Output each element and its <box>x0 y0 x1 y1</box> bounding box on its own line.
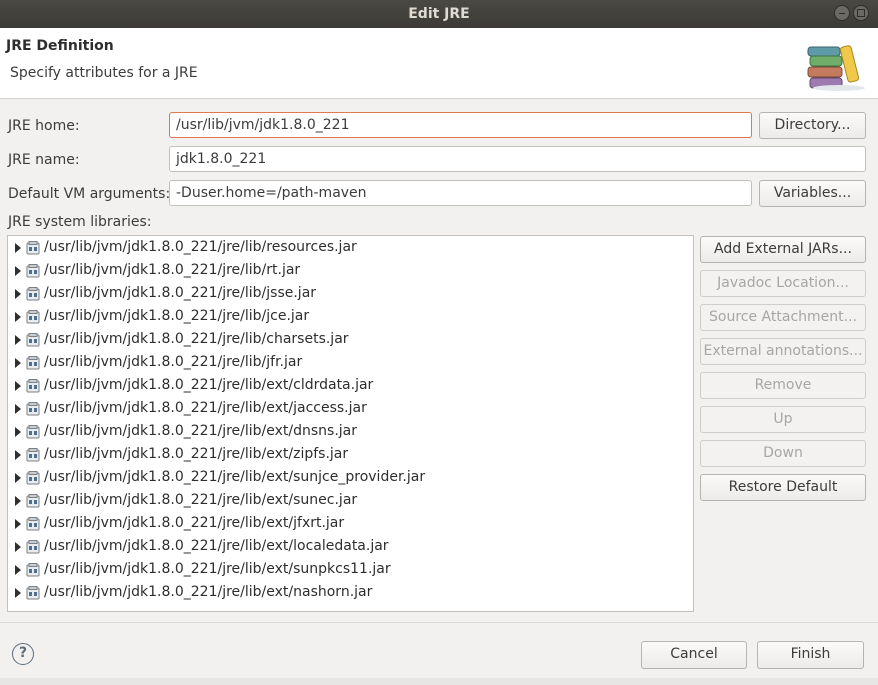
expand-arrow-icon[interactable] <box>15 450 21 460</box>
expand-arrow-icon[interactable] <box>15 335 21 345</box>
library-row[interactable]: /usr/lib/jvm/jdk1.8.0_221/jre/lib/ext/cl… <box>8 375 693 398</box>
expand-arrow-icon[interactable] <box>15 289 21 299</box>
library-path: /usr/lib/jvm/jdk1.8.0_221/jre/lib/ext/na… <box>44 584 373 600</box>
source-attachment-button[interactable]: Source Attachment... <box>700 304 866 331</box>
expand-arrow-icon[interactable] <box>15 381 21 391</box>
expand-arrow-icon[interactable] <box>15 358 21 368</box>
restore-default-button[interactable]: Restore Default <box>700 474 866 501</box>
expand-arrow-icon[interactable] <box>15 404 21 414</box>
jre-home-input[interactable]: /usr/lib/jvm/jdk1.8.0_221 <box>169 112 752 138</box>
jar-icon <box>26 517 40 531</box>
add-external-jars-button[interactable]: Add External JARs... <box>700 236 866 263</box>
jar-icon <box>26 563 40 577</box>
expand-arrow-icon[interactable] <box>15 243 21 253</box>
library-path: /usr/lib/jvm/jdk1.8.0_221/jre/lib/jfr.ja… <box>44 354 303 370</box>
maximize-window-button[interactable] <box>853 5 869 21</box>
library-path: /usr/lib/jvm/jdk1.8.0_221/jre/lib/ext/su… <box>44 469 426 485</box>
jar-icon <box>26 586 40 600</box>
library-path: /usr/lib/jvm/jdk1.8.0_221/jre/lib/ext/dn… <box>44 423 358 439</box>
footer-separator <box>0 622 878 623</box>
library-path: /usr/lib/jvm/jdk1.8.0_221/jre/lib/ext/cl… <box>44 377 374 393</box>
library-row[interactable]: /usr/lib/jvm/jdk1.8.0_221/jre/lib/ext/su… <box>8 559 693 582</box>
library-row[interactable]: /usr/lib/jvm/jdk1.8.0_221/jre/lib/jsse.j… <box>8 283 693 306</box>
javadoc-location-button[interactable]: Javadoc Location... <box>700 270 866 297</box>
external-annotations-button[interactable]: External annotations... <box>700 338 866 365</box>
jar-icon <box>26 241 40 255</box>
help-icon[interactable]: ? <box>12 643 34 665</box>
library-row[interactable]: /usr/lib/jvm/jdk1.8.0_221/jre/lib/ext/lo… <box>8 536 693 559</box>
jar-icon <box>26 425 40 439</box>
library-row[interactable]: /usr/lib/jvm/jdk1.8.0_221/jre/lib/rt.jar <box>8 260 693 283</box>
cancel-button[interactable]: Cancel <box>641 641 747 669</box>
library-path: /usr/lib/jvm/jdk1.8.0_221/jre/lib/ext/su… <box>44 492 358 508</box>
library-path: /usr/lib/jvm/jdk1.8.0_221/jre/lib/jce.ja… <box>44 308 310 324</box>
expand-arrow-icon[interactable] <box>15 427 21 437</box>
library-row[interactable]: /usr/lib/jvm/jdk1.8.0_221/jre/lib/jce.ja… <box>8 306 693 329</box>
library-row[interactable]: /usr/lib/jvm/jdk1.8.0_221/jre/lib/ext/na… <box>8 582 693 605</box>
library-path: /usr/lib/jvm/jdk1.8.0_221/jre/lib/ext/lo… <box>44 538 389 554</box>
library-row[interactable]: /usr/lib/jvm/jdk1.8.0_221/jre/lib/ext/ja… <box>8 398 693 421</box>
variables-button[interactable]: Variables... <box>759 180 866 207</box>
library-path: /usr/lib/jvm/jdk1.8.0_221/jre/lib/charse… <box>44 331 349 347</box>
directory-button[interactable]: Directory... <box>759 112 866 139</box>
vm-arguments-label: Default VM arguments: <box>8 186 171 202</box>
jar-icon <box>26 494 40 508</box>
jar-icon <box>26 310 40 324</box>
library-row[interactable]: /usr/lib/jvm/jdk1.8.0_221/jre/lib/jfr.ja… <box>8 352 693 375</box>
down-button[interactable]: Down <box>700 440 866 467</box>
library-path: /usr/lib/jvm/jdk1.8.0_221/jre/lib/ext/zi… <box>44 446 349 462</box>
jar-icon <box>26 356 40 370</box>
expand-arrow-icon[interactable] <box>15 266 21 276</box>
header-subtitle: Specify attributes for a JRE <box>10 65 198 81</box>
library-row[interactable]: /usr/lib/jvm/jdk1.8.0_221/jre/lib/ext/zi… <box>8 444 693 467</box>
jar-icon <box>26 287 40 301</box>
library-path: /usr/lib/jvm/jdk1.8.0_221/jre/lib/ext/ja… <box>44 400 367 416</box>
expand-arrow-icon[interactable] <box>15 519 21 529</box>
library-row[interactable]: /usr/lib/jvm/jdk1.8.0_221/jre/lib/resour… <box>8 237 693 260</box>
system-libraries-label: JRE system libraries: <box>8 214 152 230</box>
jar-icon <box>26 402 40 416</box>
library-row[interactable]: /usr/lib/jvm/jdk1.8.0_221/jre/lib/ext/jf… <box>8 513 693 536</box>
expand-arrow-icon[interactable] <box>15 565 21 575</box>
jar-icon <box>26 264 40 278</box>
library-row[interactable]: /usr/lib/jvm/jdk1.8.0_221/jre/lib/ext/su… <box>8 467 693 490</box>
expand-arrow-icon[interactable] <box>15 496 21 506</box>
dialog-header: JRE Definition Specify attributes for a … <box>0 28 878 99</box>
expand-arrow-icon[interactable] <box>15 588 21 598</box>
expand-arrow-icon[interactable] <box>15 312 21 322</box>
jar-icon <box>26 379 40 393</box>
library-row[interactable]: /usr/lib/jvm/jdk1.8.0_221/jre/lib/ext/dn… <box>8 421 693 444</box>
finish-button[interactable]: Finish <box>757 641 864 669</box>
library-path: /usr/lib/jvm/jdk1.8.0_221/jre/lib/ext/su… <box>44 561 391 577</box>
jar-icon <box>26 540 40 554</box>
jar-icon <box>26 448 40 462</box>
system-libraries-tree[interactable]: /usr/lib/jvm/jdk1.8.0_221/jre/lib/resour… <box>7 235 694 612</box>
library-path: /usr/lib/jvm/jdk1.8.0_221/jre/lib/ext/jf… <box>44 515 345 531</box>
remove-button[interactable]: Remove <box>700 372 866 399</box>
window-titlebar: Edit JRE <box>0 0 878 28</box>
books-icon <box>807 45 865 91</box>
library-path: /usr/lib/jvm/jdk1.8.0_221/jre/lib/resour… <box>44 239 357 255</box>
header-title: JRE Definition <box>6 38 114 54</box>
jar-icon <box>26 471 40 485</box>
library-path: /usr/lib/jvm/jdk1.8.0_221/jre/lib/rt.jar <box>44 262 301 278</box>
vm-arguments-input[interactable]: -Duser.home=/path-maven <box>169 180 752 206</box>
expand-arrow-icon[interactable] <box>15 542 21 552</box>
window-title: Edit JRE <box>408 6 470 22</box>
jre-name-label: JRE name: <box>8 152 80 168</box>
library-row[interactable]: /usr/lib/jvm/jdk1.8.0_221/jre/lib/ext/su… <box>8 490 693 513</box>
jre-home-label: JRE home: <box>8 118 80 134</box>
library-path: /usr/lib/jvm/jdk1.8.0_221/jre/lib/jsse.j… <box>44 285 317 301</box>
library-row[interactable]: /usr/lib/jvm/jdk1.8.0_221/jre/lib/charse… <box>8 329 693 352</box>
up-button[interactable]: Up <box>700 406 866 433</box>
minimize-window-button[interactable] <box>834 5 850 21</box>
jre-name-input[interactable]: jdk1.8.0_221 <box>169 146 866 172</box>
expand-arrow-icon[interactable] <box>15 473 21 483</box>
bottom-edge <box>0 678 878 685</box>
jar-icon <box>26 333 40 347</box>
